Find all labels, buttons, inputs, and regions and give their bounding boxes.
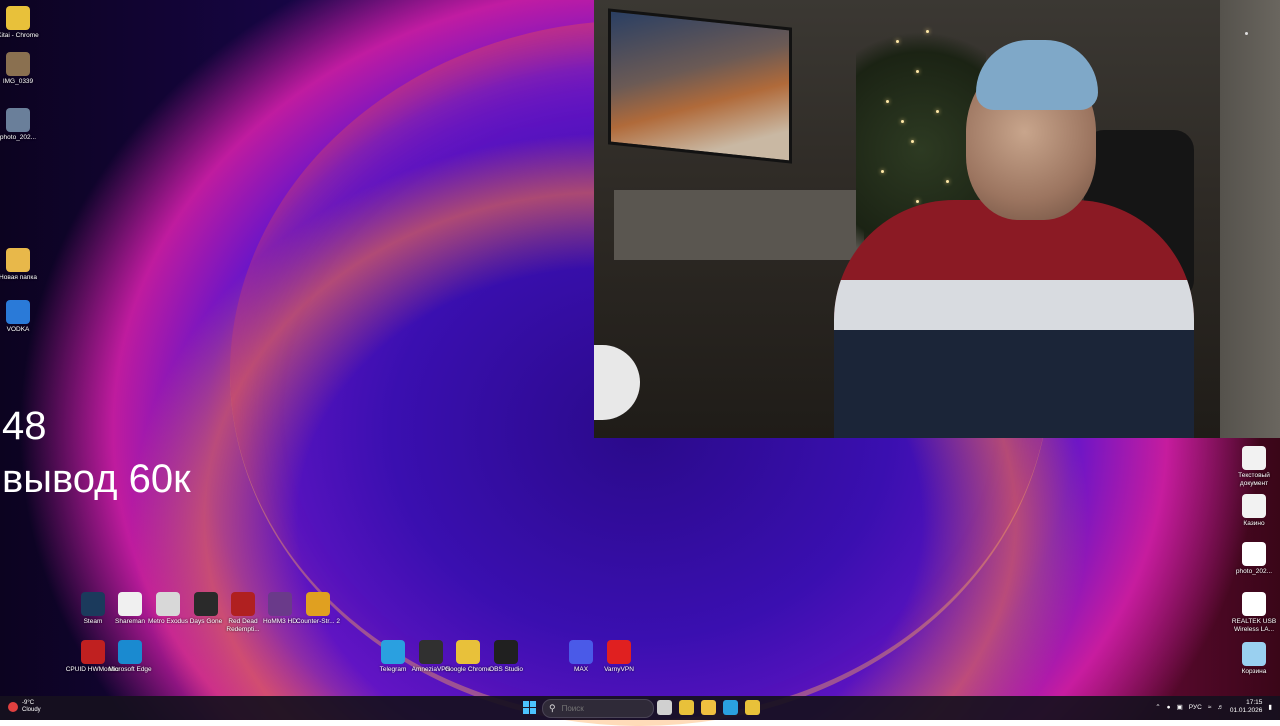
homm3-icon [268, 592, 292, 616]
taskbar-weather-widget[interactable]: -9°C Cloudy [8, 700, 41, 714]
obs-icon [494, 640, 518, 664]
desktop-shortcut-label: Counter-Str... 2 [295, 618, 341, 625]
desktop-shortcut[interactable]: VODKA [0, 300, 46, 334]
desktop-shortcut[interactable]: Microsoft Edge [102, 640, 158, 674]
desktop-shortcut-label: Microsoft Edge [108, 666, 152, 673]
desktop-shortcut[interactable]: Kitai - Chrome [0, 6, 46, 40]
webcam-person-cap [976, 40, 1098, 110]
desktop-shortcut[interactable]: IMG_0339 [0, 52, 46, 86]
display-icon[interactable]: ▣ [1177, 703, 1183, 711]
webcam-shelf [614, 190, 864, 260]
microphone-icon[interactable]: ● [1167, 704, 1171, 711]
webcam-tv-painting [608, 8, 792, 164]
webcam-wall [1220, 0, 1280, 438]
image-file-icon [6, 108, 30, 132]
desktop-shortcut-label: REALTEK USB Wireless LA... [1231, 618, 1277, 633]
metro-exodus-icon [156, 592, 180, 616]
file-explorer-icon[interactable] [701, 700, 716, 715]
chrome-icon[interactable] [679, 700, 694, 715]
desktop-shortcut[interactable]: Новая папка [0, 248, 46, 282]
search-input[interactable] [559, 703, 644, 714]
taskbar: -9°C Cloudy ⚲ ⌃ ● ▣ РУС ≈ ♬ 17:15 01.01.… [0, 696, 1280, 720]
desktop-shortcut-label: photo_202... [1235, 568, 1273, 575]
desktop-shortcut-label: Kitai - Chrome [0, 32, 39, 39]
cursor-dot [1245, 32, 1248, 35]
weather-description: Cloudy [22, 707, 41, 713]
start-button[interactable] [523, 701, 536, 714]
webcam-person-shirt [834, 200, 1194, 438]
desktop-shortcut-label: VarnyVPN [604, 666, 634, 673]
desktop-shortcut-label: photo_202... [0, 134, 37, 141]
qr-image-icon [1242, 542, 1266, 566]
desktop-shortcut[interactable]: VarnyVPN [591, 640, 647, 674]
edge-icon [118, 640, 142, 664]
telegram-icon[interactable] [723, 700, 738, 715]
search-icon: ⚲ [549, 703, 556, 713]
windows-logo-icon [523, 701, 529, 707]
desktop-shortcut-label: Текстовый документ [1238, 472, 1270, 487]
clock-date: 01.01.2026 [1229, 707, 1263, 714]
desktop-shortcut-label: Казино [1243, 520, 1265, 527]
desktop-shortcut[interactable]: Counter-Str... 2 [290, 592, 346, 626]
desktop-shortcut[interactable]: OBS Studio [478, 640, 534, 674]
telegram-icon [381, 640, 405, 664]
desktop-shortcut[interactable]: Казино [1226, 494, 1280, 528]
app-shortcut-icon [6, 300, 30, 324]
language-indicator[interactable]: РУС [1189, 704, 1202, 711]
folder-icon [6, 248, 30, 272]
recycle-bin-icon [1242, 642, 1266, 666]
chrome-icon[interactable] [745, 700, 760, 715]
wifi-icon[interactable]: ≈ [1208, 704, 1212, 711]
chevron-up-icon[interactable]: ⌃ [1155, 703, 1160, 711]
chrome-icon [6, 6, 30, 30]
desktop-shortcut-label: Корзина [1241, 668, 1267, 675]
webcam-bowl [594, 345, 640, 420]
weather-icon [8, 702, 18, 712]
system-tray: ⌃ ● ▣ РУС ≈ ♬ 17:15 01.01.2026 ▮ [1155, 699, 1272, 715]
chrome-icon [456, 640, 480, 664]
text-document-icon [1242, 494, 1266, 518]
volume-icon[interactable]: ♬ [1217, 704, 1224, 711]
vpn-b-icon [607, 640, 631, 664]
desktop-shortcut[interactable]: photo_202... [1226, 542, 1280, 576]
clock-time: 17:15 [1246, 699, 1263, 706]
taskbar-clock[interactable]: 17:15 01.01.2026 [1230, 699, 1263, 715]
shareman-icon [118, 592, 142, 616]
desktop-shortcut-label: IMG_0339 [2, 78, 34, 85]
weather-temperature: -9°C [22, 700, 35, 706]
desktop-shortcut-label: VODKA [6, 326, 30, 333]
desktop-shortcut[interactable]: Текстовый документ [1226, 446, 1280, 487]
desktop-shortcut[interactable]: REALTEK USB Wireless LA... [1226, 592, 1280, 633]
stream-overlay-line2: вывод 60к [2, 457, 191, 501]
stream-overlay-line1: 48 [2, 404, 47, 448]
taskbar-search-box[interactable]: ⚲ [542, 699, 654, 718]
desktop-shortcut[interactable]: photo_202... [0, 108, 46, 142]
text-document-icon [1242, 446, 1266, 470]
network-adapter-icon [1242, 592, 1266, 616]
webcam-overlay [594, 0, 1280, 438]
max-app-icon [569, 640, 593, 664]
image-file-icon [6, 52, 30, 76]
desktop-shortcut[interactable]: Корзина [1226, 642, 1280, 676]
notification-icon[interactable]: ▮ [1268, 703, 1272, 711]
desktop-shortcut-label: OBS Studio [489, 666, 523, 673]
task-view-icon[interactable] [657, 700, 672, 715]
counter-strike-icon [306, 592, 330, 616]
desktop-shortcut-label: Новая папка [0, 274, 37, 281]
